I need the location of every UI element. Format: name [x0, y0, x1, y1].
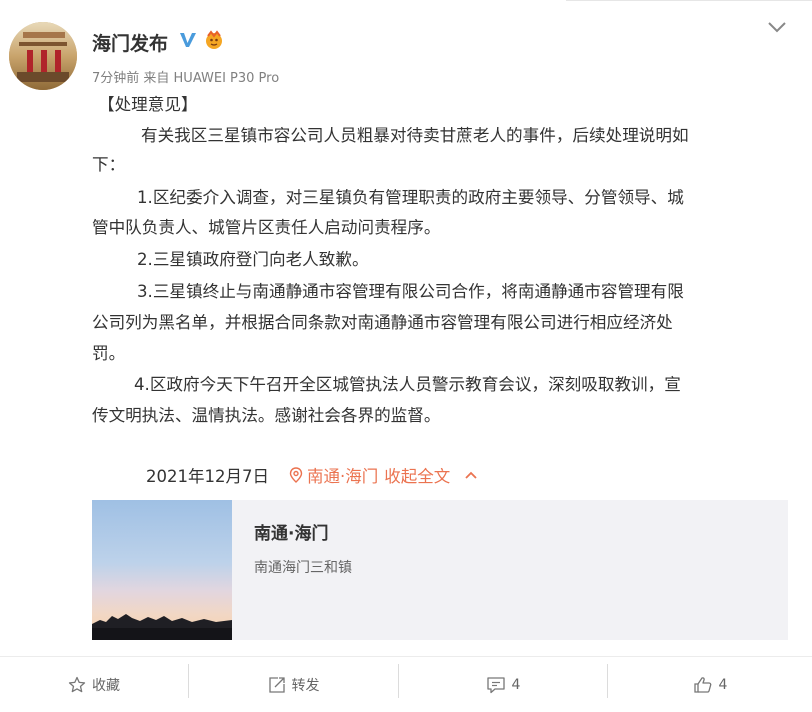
thumbs-up-icon	[693, 676, 711, 693]
verified-icon	[180, 33, 196, 47]
post-meta: 7分钟前 来自 HUAWEI P30 Pro	[92, 71, 280, 86]
avatar[interactable]	[9, 22, 77, 90]
comment-icon	[486, 676, 505, 693]
post-text-line: 罚。	[92, 344, 126, 363]
favorite-label: 收藏	[92, 677, 120, 694]
like-count: 4	[718, 676, 728, 693]
chevron-up-icon[interactable]	[464, 470, 478, 480]
location-card-title: 南通·海门	[254, 524, 329, 544]
comment-button[interactable]: 4	[399, 657, 607, 712]
post-footer: 2021年12月7日 南通·海门 收起全文	[146, 463, 478, 487]
vip-badge-icon	[206, 30, 222, 49]
post-text-line: 有关我区三星镇市容公司人员粗暴对待卖甘蔗老人的事件，后续处理说明如	[141, 126, 689, 145]
location-card[interactable]: 南通·海门 南通海门三和镇	[92, 500, 788, 640]
post-text-line: 【处理意见】	[98, 95, 198, 114]
location-card-subtitle: 南通海门三和镇	[254, 560, 352, 576]
post-text-line: 3.三星镇终止与南通静通市容管理有限公司合作，将南通静通市容管理有限	[137, 282, 684, 301]
location-thumbnail	[92, 500, 232, 640]
favorite-button[interactable]: 收藏	[0, 657, 188, 712]
repost-button[interactable]: 转发	[189, 657, 398, 712]
post-text-line: 下：	[92, 155, 126, 174]
top-divider	[566, 0, 812, 1]
post-text-line: 1.区纪委介入调查，对三星镇负有管理职责的政府主要领导、分管领导、城	[137, 188, 684, 207]
star-icon	[68, 676, 86, 692]
username[interactable]: 海门发布	[92, 29, 168, 56]
post-text-line: 传文明执法、温情执法。感谢社会各界的监督。	[92, 406, 441, 425]
post-text-line: 管中队负责人、城管片区责任人启动问责程序。	[92, 218, 441, 237]
post-text-line: 2.三星镇政府登门向老人致歉。	[137, 250, 369, 269]
comment-count: 4	[511, 676, 521, 693]
repost-icon	[268, 676, 285, 693]
post-date: 2021年12月7日	[146, 467, 269, 486]
post-text-line: 公司列为黑名单，并根据合同条款对南通静通市容管理有限公司进行相应经济处	[92, 313, 673, 332]
repost-label: 转发	[291, 677, 320, 694]
chevron-down-icon[interactable]	[766, 20, 788, 34]
like-button[interactable]: 4	[608, 657, 812, 712]
location-pin-icon	[289, 467, 303, 483]
post-text-line: 4.区政府今天下午召开全区城管执法人员警示教育会议，深刻吸取教训，宣	[134, 375, 681, 394]
location-link[interactable]: 南通·海门	[307, 463, 378, 487]
collapse-full-text-link[interactable]: 收起全文	[384, 463, 450, 487]
